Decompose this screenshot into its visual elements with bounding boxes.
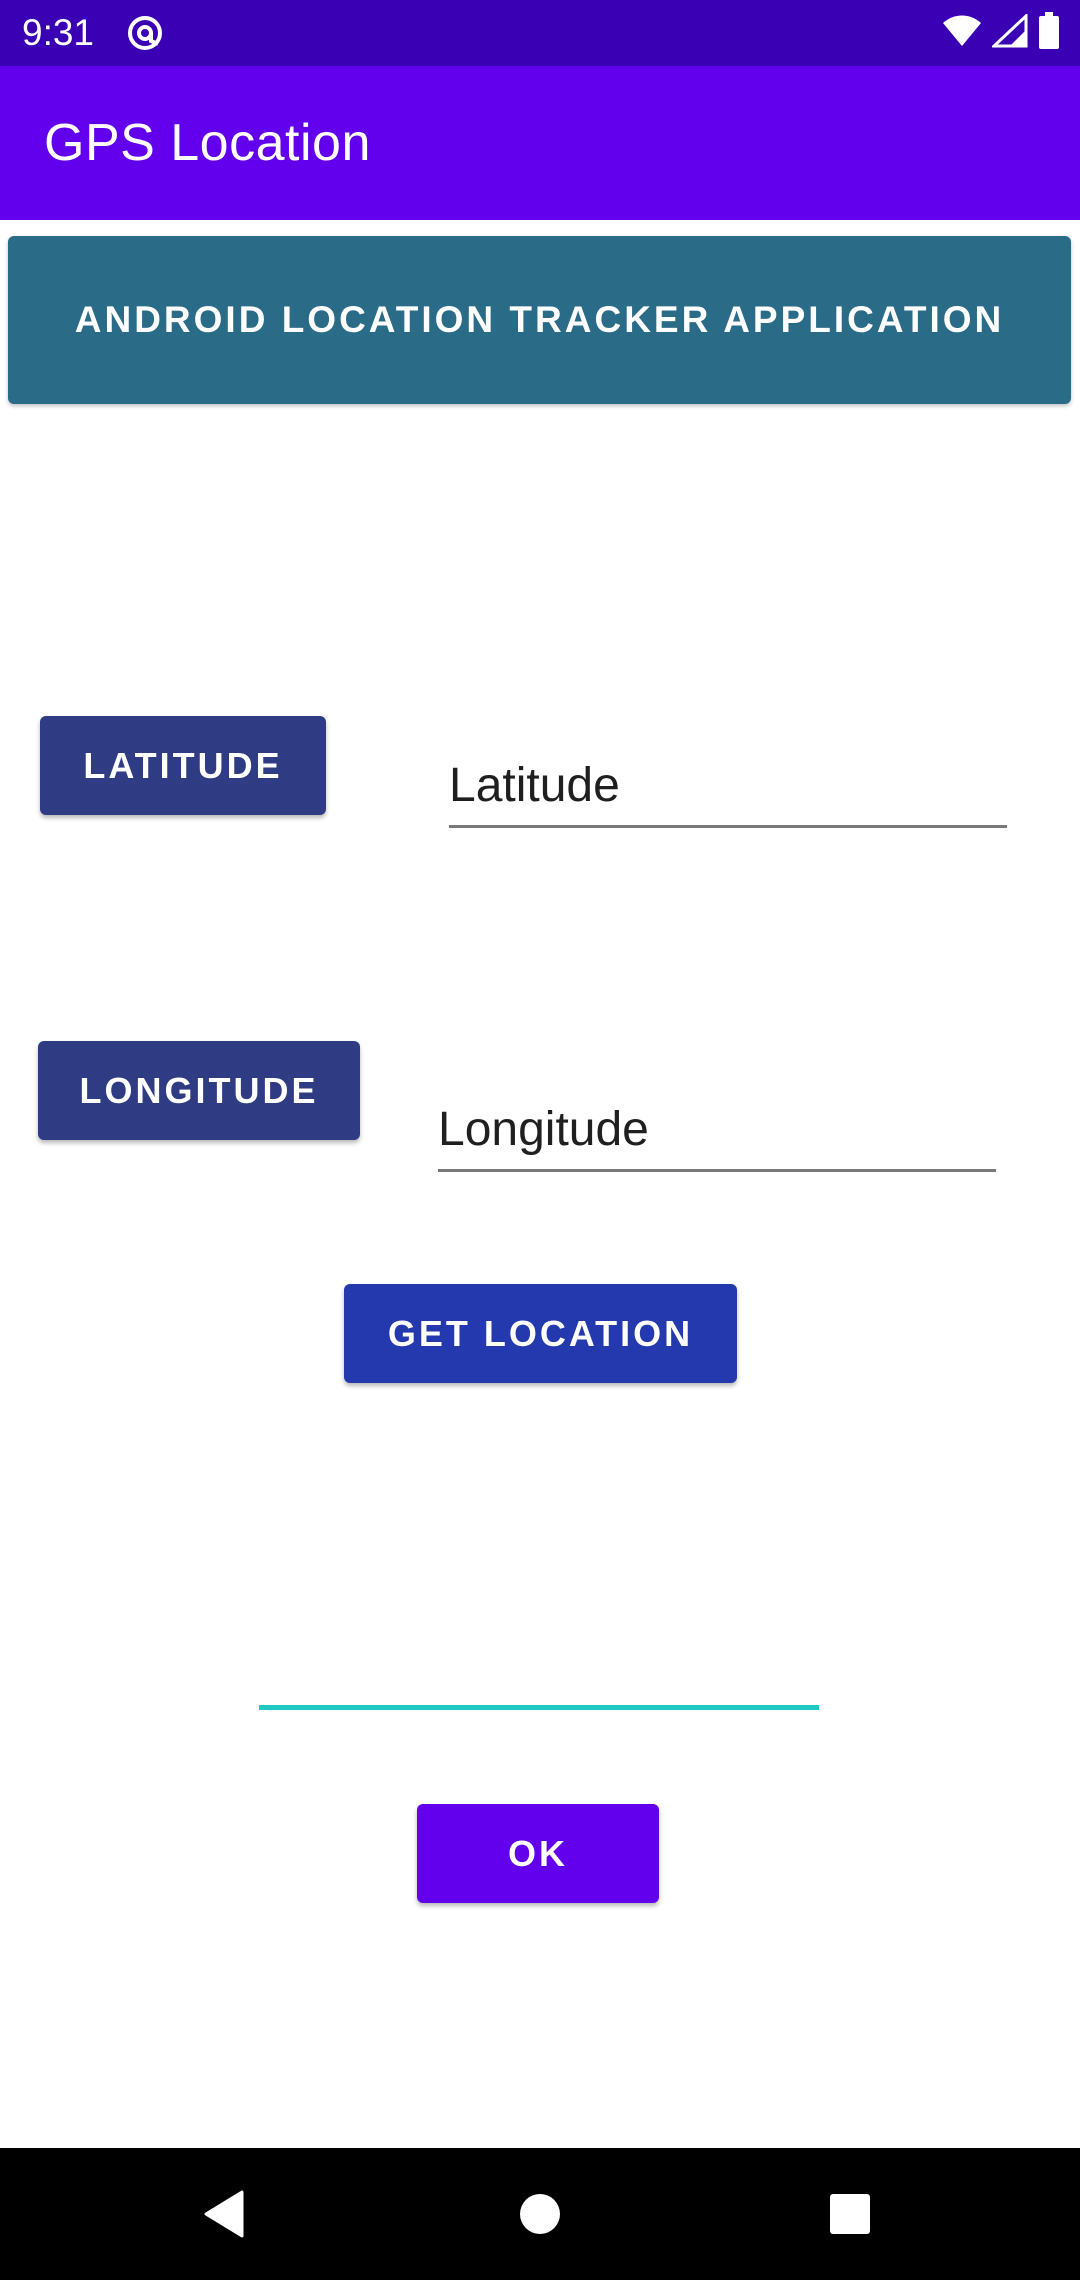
- status-icons: [942, 11, 1060, 55]
- app-title: GPS Location: [44, 114, 371, 172]
- get-location-button[interactable]: GET LOCATION: [344, 1284, 737, 1383]
- cell-signal-icon: [990, 12, 1028, 53]
- result-field[interactable]: [259, 1700, 819, 1710]
- recents-icon[interactable]: [790, 2148, 910, 2280]
- wifi-icon: [942, 14, 982, 53]
- latitude-field[interactable]: Latitude: [449, 756, 1007, 828]
- back-icon[interactable]: [164, 2148, 284, 2280]
- title-banner-button[interactable]: ANDROID LOCATION TRACKER APPLICATION: [8, 236, 1071, 404]
- at-sign-icon: [126, 14, 164, 52]
- home-icon[interactable]: [480, 2148, 600, 2280]
- battery-icon: [1038, 11, 1060, 55]
- screen: 9:31 GPS Location ANDROID LOCATION TRACK…: [0, 0, 1080, 2280]
- app-bar: GPS Location: [0, 66, 1080, 220]
- longitude-field[interactable]: Longitude: [438, 1100, 996, 1172]
- status-time: 9:31: [22, 12, 95, 53]
- longitude-button[interactable]: LONGITUDE: [38, 1041, 360, 1140]
- ok-button[interactable]: OK: [417, 1804, 659, 1903]
- latitude-button[interactable]: LATITUDE: [40, 716, 326, 815]
- status-bar: 9:31: [0, 0, 1080, 66]
- navigation-bar: [0, 2148, 1080, 2280]
